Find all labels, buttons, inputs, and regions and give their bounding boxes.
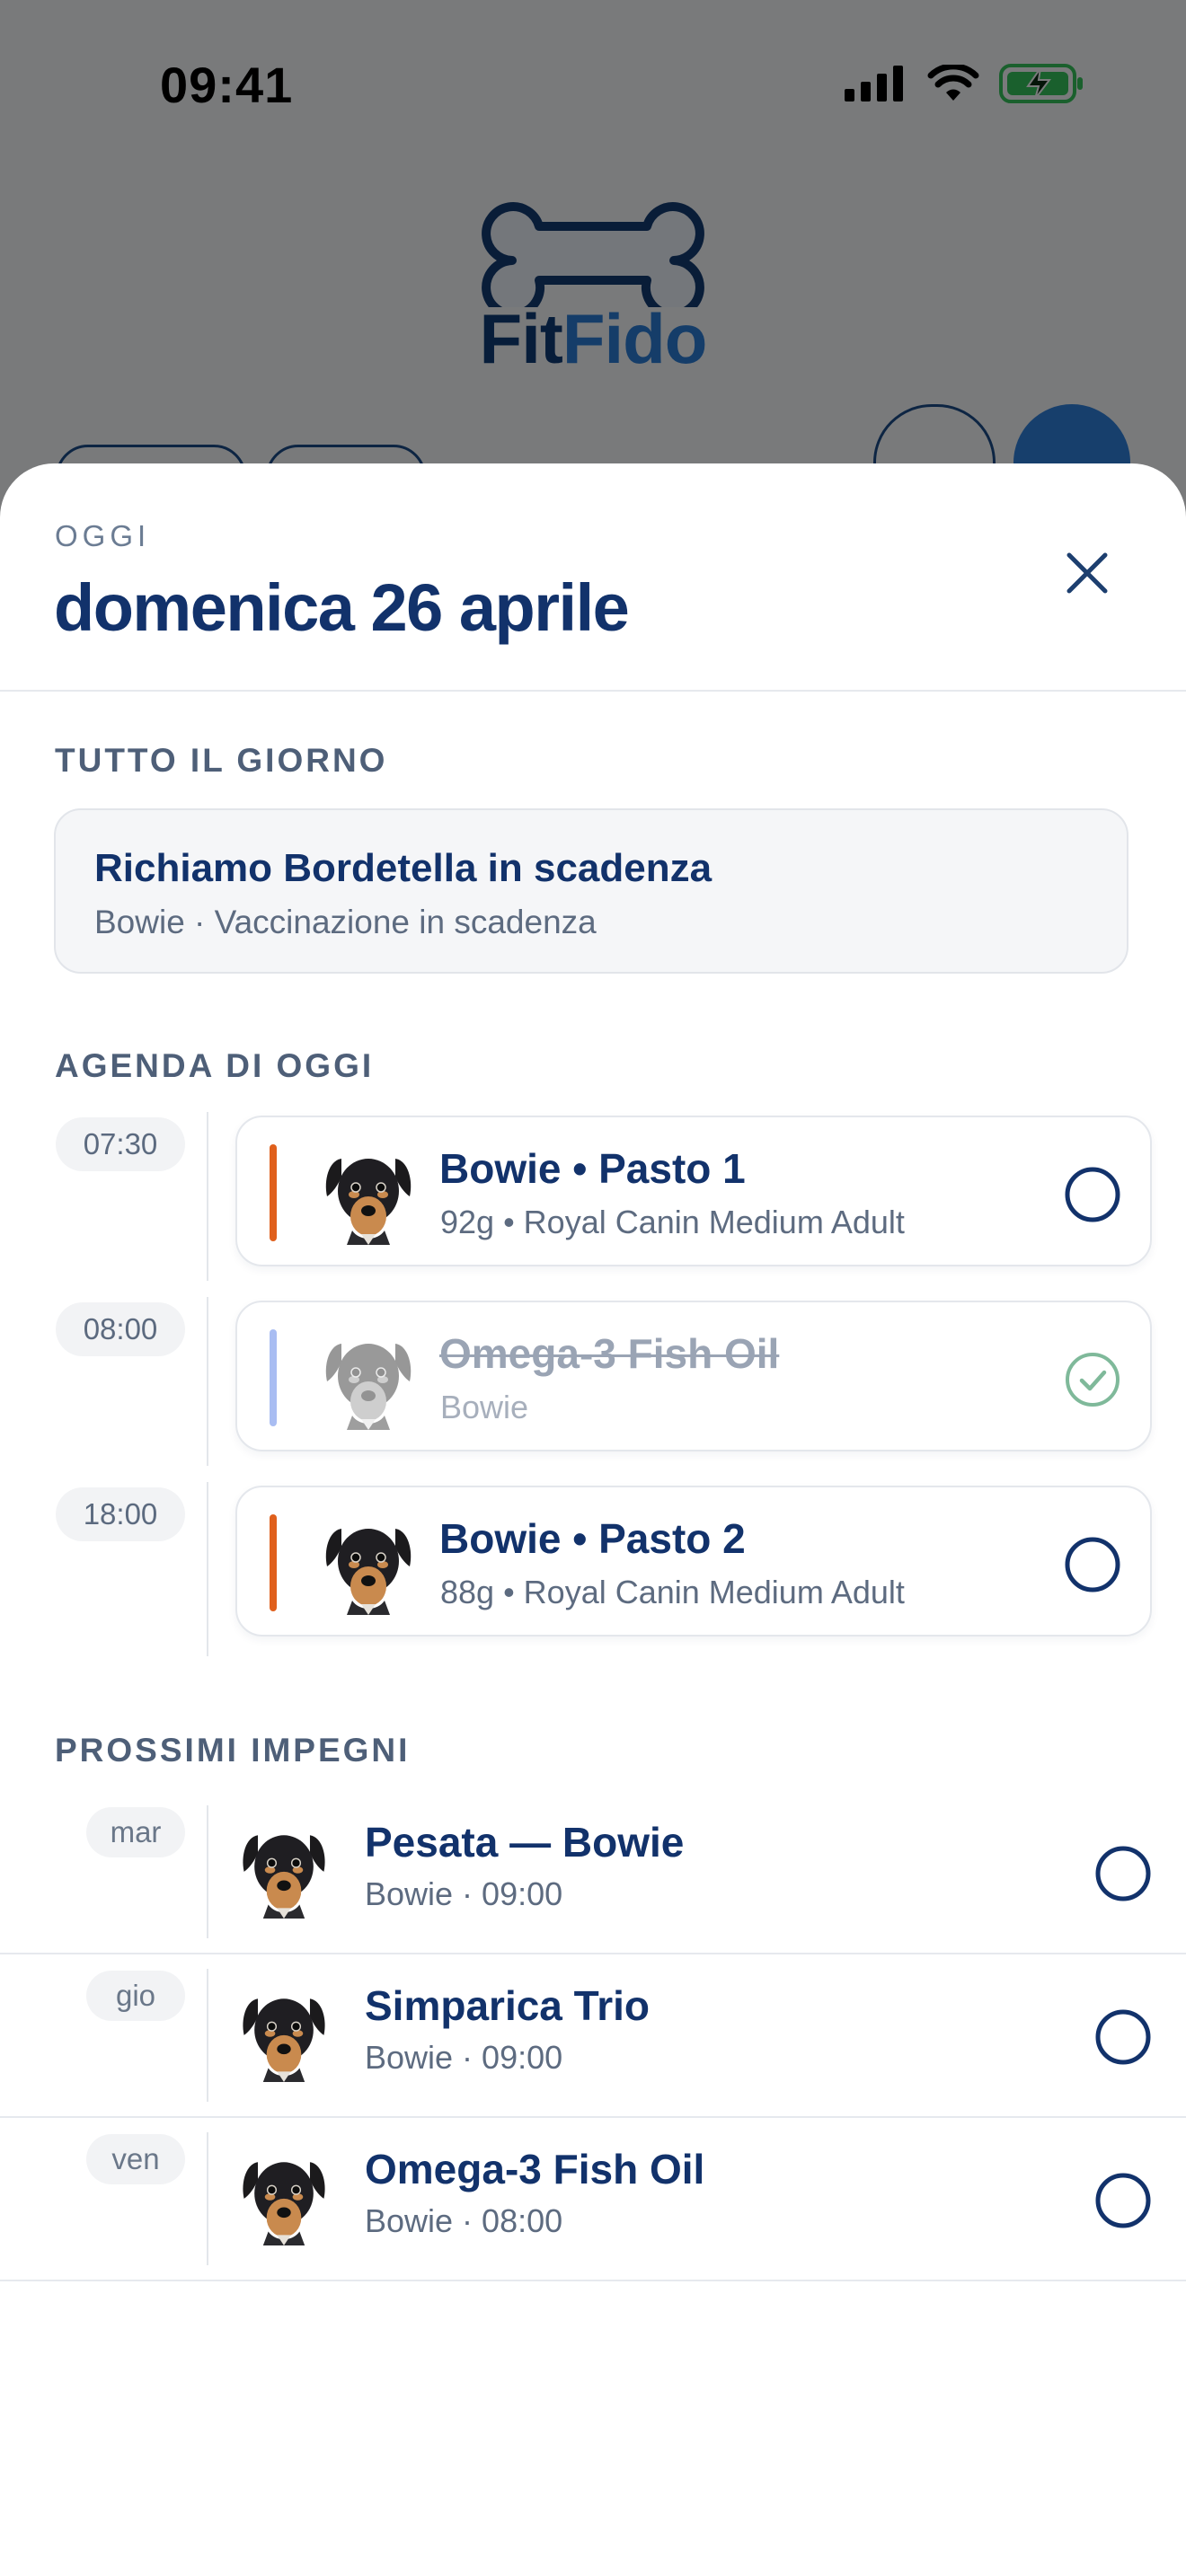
sheet-header: OGGI domenica 26 aprile [0,463,1186,692]
check-circle-icon[interactable] [1094,1845,1152,1902]
dog-avatar-icon [243,2162,325,2245]
agenda-item-title: Bowie • Pasto 1 [439,1145,746,1192]
agenda-accent-bar [270,1144,277,1241]
check-circle-icon[interactable] [1094,2008,1152,2066]
agenda-item-title: Omega-3 Fish Oil [439,1330,780,1377]
agenda-item-card[interactable]: Bowie • Pasto 1 92g • Royal Canin Medium… [235,1116,1152,1266]
upcoming-day: gio [86,1971,185,2021]
agenda-time: 08:00 [56,1302,185,1356]
upcoming-item[interactable]: mar Pesata — Bowie Bowie · 09:00 [0,1791,1186,1954]
upcoming-day: ven [86,2134,185,2184]
close-button[interactable] [1051,537,1123,609]
agenda-item-title: Bowie • Pasto 2 [439,1515,746,1562]
upcoming-item[interactable]: gio Simparica Trio Bowie · 09:00 [0,1954,1186,2118]
close-icon [1067,552,1108,594]
agenda-accent-bar [270,1329,277,1426]
dog-avatar-icon [325,1529,412,1615]
upcoming-title: Simparica Trio [365,1982,651,2029]
timeline-rail [207,2132,208,2265]
upcoming-subtitle: Bowie · 09:00 [365,1875,563,1912]
dog-avatar-icon [243,1835,325,1919]
agenda-time: 07:30 [56,1117,185,1171]
timeline-rail [207,1112,208,1281]
agenda-item-subtitle: 92g • Royal Canin Medium Adult [440,1204,905,1240]
agenda-item-subtitle: 88g • Royal Canin Medium Adult [440,1574,905,1610]
upcoming-title: Pesata — Bowie [365,1819,685,1866]
check-circle-icon[interactable] [1064,1536,1121,1593]
agenda-section-label: AGENDA DI OGGI [55,1047,375,1084]
timeline-rail [207,1482,208,1656]
check-circle-icon[interactable] [1094,2172,1152,2229]
day-detail-sheet: OGGI domenica 26 aprile TUTTO IL GIORNO … [0,463,1186,2576]
upcoming-day: mar [86,1807,185,1857]
all-day-event-card[interactable]: Richiamo Bordetella in scadenza Bowie · … [54,808,1128,974]
dog-avatar-icon [243,1998,325,2082]
check-circle-completed-icon[interactable] [1064,1351,1121,1408]
dog-avatar-icon [325,1159,412,1245]
check-circle-icon[interactable] [1064,1166,1121,1223]
agenda-item-card[interactable]: Bowie • Pasto 2 88g • Royal Canin Medium… [235,1486,1152,1636]
timeline-rail [207,1297,208,1466]
upcoming-item[interactable]: ven Omega-3 Fish Oil Bowie · 08:00 [0,2118,1186,2281]
sheet-eyebrow: OGGI [55,519,151,552]
upcoming-section-label: PROSSIMI IMPEGNI [55,1732,411,1769]
timeline-rail [207,1805,208,1938]
agenda-item-card-completed[interactable]: Omega-3 Fish Oil Bowie [235,1301,1152,1451]
upcoming-title: Omega-3 Fish Oil [365,2146,705,2192]
agenda-accent-bar [270,1514,277,1611]
sheet-title: domenica 26 aprile [54,570,630,645]
agenda-time: 18:00 [56,1487,185,1541]
upcoming-subtitle: Bowie · 09:00 [365,2039,563,2076]
timeline-rail [207,1969,208,2102]
all-day-event-title: Richiamo Bordetella in scadenza [94,846,712,890]
dog-avatar-icon [325,1344,412,1430]
all-day-section-label: TUTTO IL GIORNO [55,742,388,779]
all-day-event-subtitle: Bowie · Vaccinazione in scadenza [94,904,597,940]
agenda-item-subtitle: Bowie [440,1389,529,1425]
upcoming-subtitle: Bowie · 08:00 [365,2202,563,2239]
